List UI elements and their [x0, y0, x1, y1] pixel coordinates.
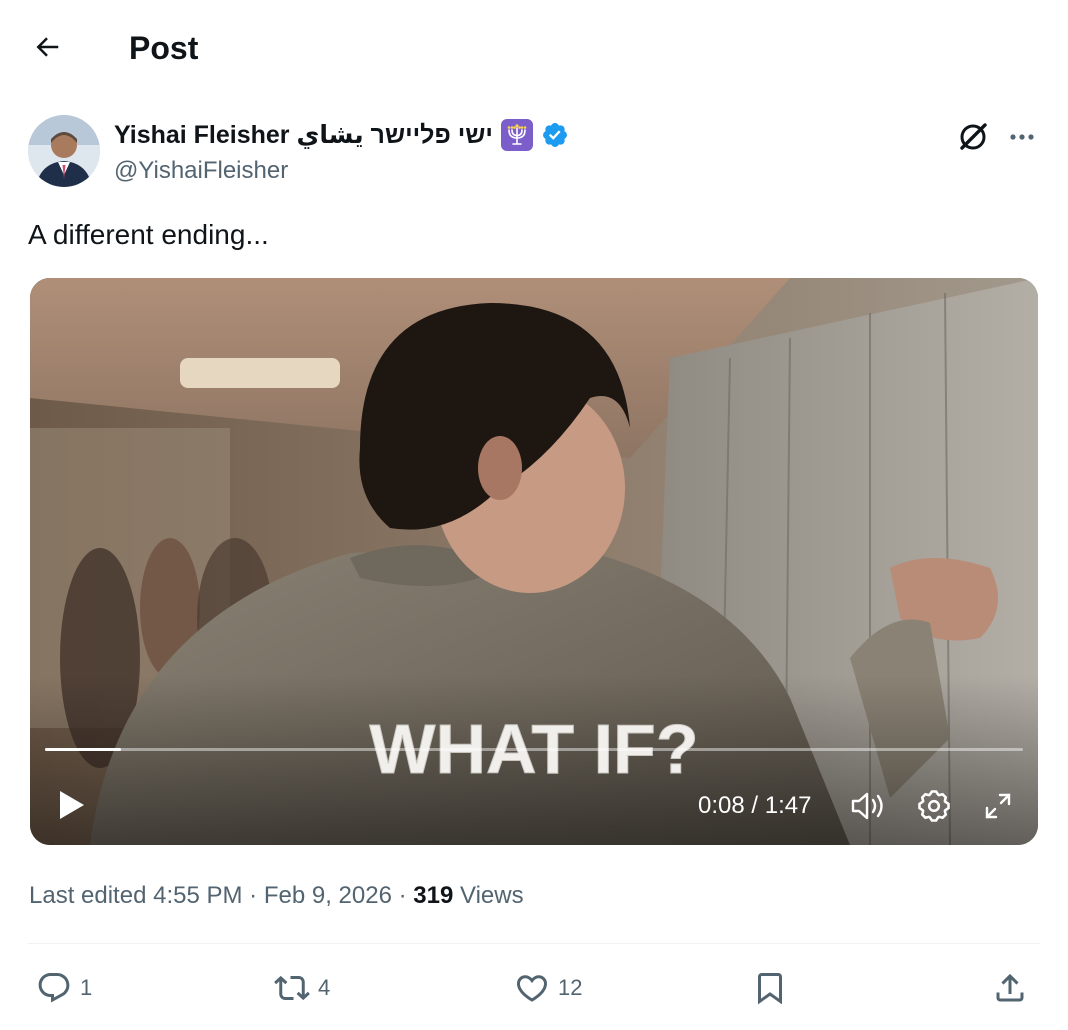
settings-button[interactable] — [914, 786, 954, 826]
grok-button[interactable] — [953, 117, 993, 157]
reply-button[interactable]: 1 — [36, 968, 92, 1008]
like-count: 12 — [558, 975, 583, 1000]
reply-count: 1 — [80, 975, 93, 1000]
post-date[interactable]: Feb 9, 2026 — [264, 882, 392, 909]
share-button[interactable] — [992, 968, 1028, 1008]
play-icon — [60, 791, 84, 819]
post-text: A different ending... — [28, 219, 269, 250]
bookmark-icon — [758, 973, 782, 1005]
video-progress-fill — [45, 748, 122, 751]
edited-label[interactable]: Last edited — [29, 882, 146, 909]
settings-gear-icon — [918, 790, 950, 822]
bookmark-button[interactable] — [752, 968, 788, 1008]
grok-icon — [960, 123, 987, 150]
video-time: 0:08 / 1:47 — [698, 790, 811, 822]
post-meta: Last edited 4:55 PM · Feb 9, 2026 · 319 … — [29, 880, 524, 912]
repost-button[interactable]: 4 — [274, 968, 330, 1008]
author-handle[interactable]: @YishaiFleisher — [114, 155, 288, 187]
meta-separator: · — [398, 882, 407, 909]
author-row: Yishai Fleisher ישי פליישר يشاي — [114, 117, 569, 153]
fullscreen-icon — [985, 793, 1011, 819]
views-label: Views — [460, 882, 524, 909]
page-title: Post — [129, 30, 199, 66]
fullscreen-button[interactable] — [978, 786, 1018, 826]
repost-count: 4 — [318, 975, 331, 1000]
share-icon — [996, 973, 1024, 1002]
verified-badge-icon[interactable] — [541, 121, 569, 149]
author-display-name[interactable]: Yishai Fleisher ישי פליישר يشاي — [114, 117, 493, 153]
more-horizontal-icon — [1010, 134, 1034, 140]
post-time[interactable]: 4:55 PM — [153, 882, 242, 909]
video-progress-bar[interactable] — [45, 748, 1023, 751]
like-button[interactable]: 12 — [514, 968, 582, 1008]
video-duration: 1:47 — [764, 792, 812, 819]
divider — [28, 943, 1040, 944]
back-button[interactable] — [28, 28, 66, 66]
video-player[interactable]: WHAT IF? 0:08 / 1:47 — [30, 278, 1038, 845]
video-current-time: 0:08 — [698, 792, 745, 819]
menorah-icon — [500, 119, 533, 151]
views-count: 319 — [413, 882, 454, 909]
volume-icon — [851, 792, 883, 820]
video-frame: WHAT IF? — [30, 278, 1038, 845]
repost-icon — [274, 975, 310, 1001]
header: Post — [0, 0, 1068, 96]
avatar[interactable] — [28, 115, 100, 187]
volume-button[interactable] — [848, 786, 890, 826]
heart-icon — [516, 975, 548, 1002]
play-button[interactable] — [50, 784, 92, 826]
more-options-button[interactable] — [1002, 117, 1042, 157]
arrow-left-icon — [36, 37, 59, 57]
reply-icon — [38, 973, 70, 1003]
meta-separator: · — [249, 882, 258, 909]
video-time-separator: / — [751, 792, 759, 819]
